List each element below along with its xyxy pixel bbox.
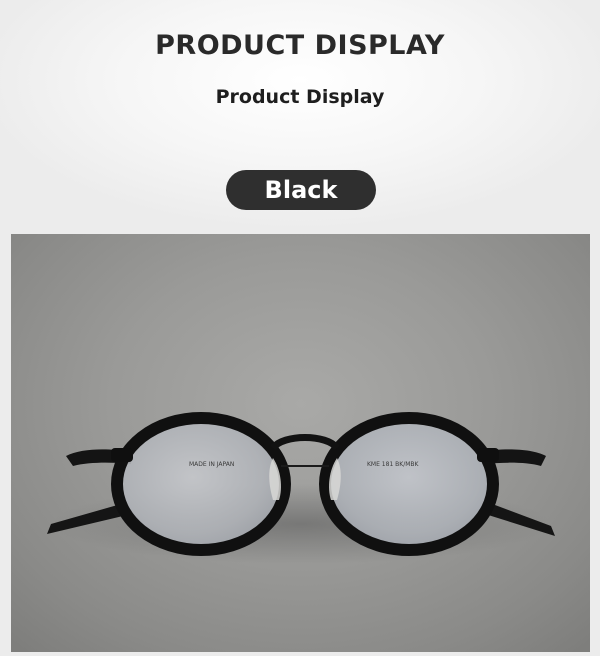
right-lens-print: KME 181 BK/MBK [367,461,420,468]
right-end-piece [477,448,499,462]
bridge [270,434,340,451]
eyeglasses-illustration: MADE IN JAPAN KME 181 BK/MBK [47,412,555,564]
section-title: PRODUCT DISPLAY [155,30,445,61]
left-end-piece [111,448,133,462]
product-photo: MADE IN JAPAN KME 181 BK/MBK [11,234,590,652]
product-display-section: PRODUCT DISPLAY Product Display Black MA… [0,0,600,656]
section-subtitle: Product Display [215,86,385,108]
left-lens-print: MADE IN JAPAN [189,461,234,468]
color-variant-badge[interactable]: Black [226,170,376,210]
color-variant-label: Black [264,176,338,204]
